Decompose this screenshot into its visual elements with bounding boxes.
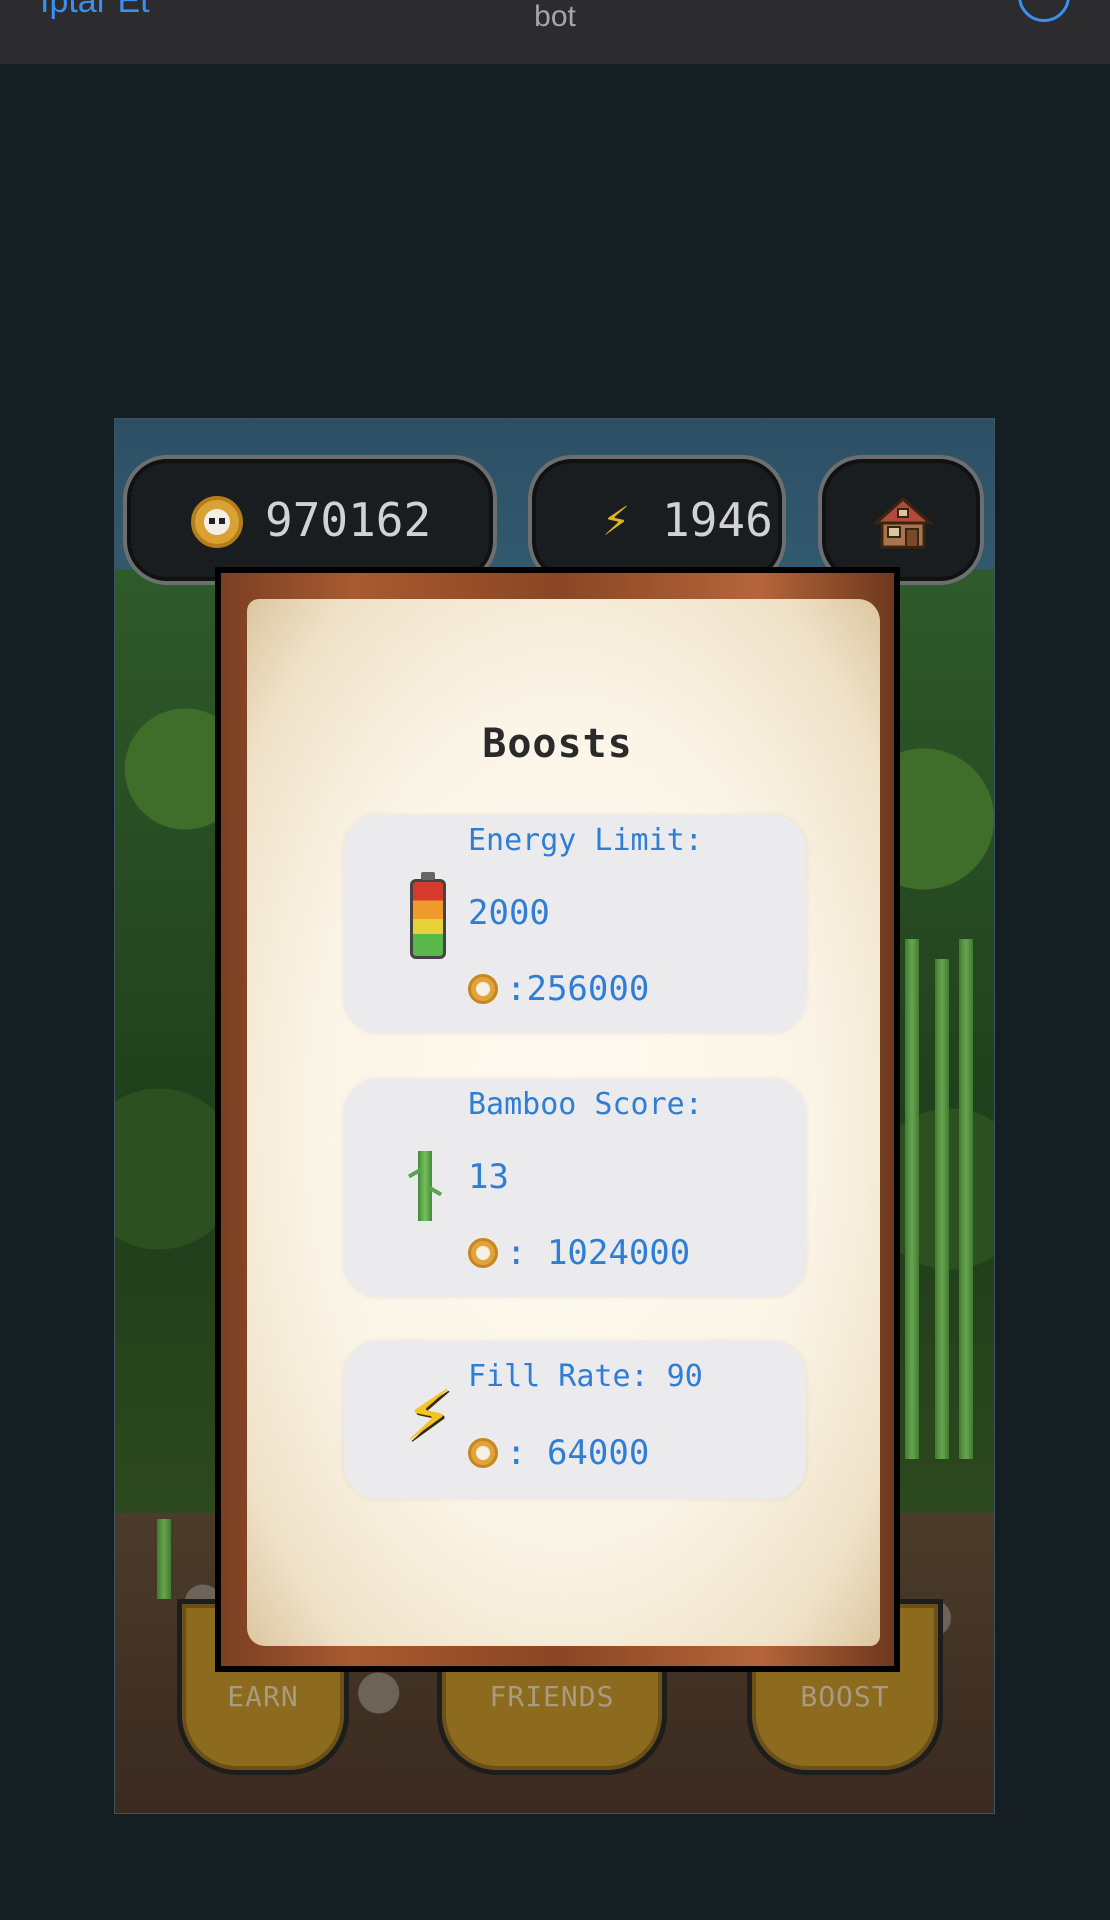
panda-coin-icon [468,1238,498,1268]
bamboo-decoration [157,1519,171,1599]
boost-card-label: Bamboo Score: [468,1087,703,1122]
bamboo-icon [418,1151,432,1221]
boost-card-price-value: : 1024000 [506,1233,691,1273]
energy-balance: ⚡ 1946 [528,455,786,585]
lightning-icon: ⚡ [404,1375,454,1457]
boost-card-price: :256000 [468,969,649,1009]
boost-card-label: Energy Limit: [468,823,703,858]
coin-balance: 970162 [123,455,497,585]
modal-title: Boosts [482,721,633,767]
panda-coin-icon [468,974,498,1004]
boost-card-bamboo-score[interactable]: Bamboo Score: 13 : 1024000 [344,1079,806,1297]
panda-coin-icon [191,496,243,548]
panda-coin-icon [468,1438,498,1468]
boosts-modal: Boosts Energy Limit: 2000 :256000 Bamboo… [215,567,900,1672]
game-viewport: 970162 ⚡ 1946 EARN FRIENDS BOOST Boosts … [114,418,995,1814]
boost-card-price: : 1024000 [468,1233,690,1273]
boost-card-price-value: : 64000 [506,1433,650,1473]
bot-title: bot [534,0,576,33]
boost-card-fill-rate[interactable]: ⚡ Fill Rate: 90 : 64000 [344,1341,806,1499]
telegram-header: Iptar Et bot [0,0,1110,64]
coin-balance-value: 970162 [265,493,432,547]
boost-card-energy-limit[interactable]: Energy Limit: 2000 :256000 [344,815,806,1033]
energy-value: 1946 [662,493,773,547]
nav-earn-label: EARN [227,1680,299,1713]
bamboo-decoration [905,939,919,1459]
boost-card-value: 13 [468,1157,509,1197]
house-icon [872,496,934,549]
boost-card-price-value: :256000 [506,969,650,1009]
home-button[interactable] [818,455,984,585]
lightning-icon: ⚡ [602,499,631,545]
battery-icon [410,872,446,959]
nav-friends-label: FRIENDS [489,1680,615,1713]
boost-card-label: Fill Rate: 90 [468,1359,703,1394]
boost-card-price: : 64000 [468,1433,649,1473]
boost-card-value: 2000 [468,893,550,933]
bamboo-decoration [959,939,973,1459]
nav-boost-label: BOOST [800,1680,890,1713]
bamboo-decoration [935,959,949,1459]
